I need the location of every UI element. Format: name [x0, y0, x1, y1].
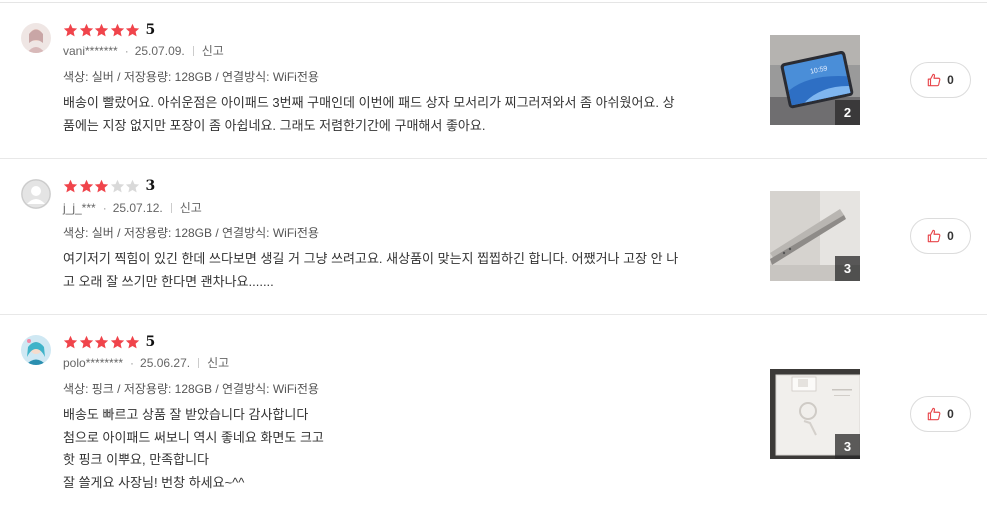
reviewer-name: j_j_*** — [63, 200, 96, 215]
like-button[interactable]: 0 — [910, 62, 971, 98]
star-filled-icon — [125, 23, 140, 36]
star-empty-icon — [125, 179, 140, 192]
review-text: 배송도 빠르고 상품 잘 받았습니다 감사합니다 첨으로 아이패드 써보니 역시… — [63, 404, 733, 494]
review-item: 5 polo******** · 25.06.27. 신고 색상: 핑크 / 저… — [0, 315, 987, 512]
thumbs-up-icon — [927, 229, 941, 243]
review-text-line: 핫 핑크 이뿌요, 만족합니다 — [63, 452, 210, 467]
review-meta: j_j_*** · 25.07.12. 신고 — [63, 199, 202, 216]
like-count: 0 — [947, 229, 954, 243]
review-text-line: 잘 쓸게요 사장님! 번창 하세요~^^ — [63, 474, 245, 490]
product-options: 색상: 실버 / 저장용량: 128GB / 연결방식: WiFi전용 — [63, 226, 319, 240]
star-rating: 3 — [63, 178, 155, 194]
star-filled-icon — [79, 179, 93, 192]
like-button[interactable]: 0 — [910, 218, 971, 254]
review-date: 25.07.09. — [134, 43, 185, 58]
product-options: 색상: 핑크 / 저장용량: 128GB / 연결방식: WiFi전용 — [63, 382, 319, 396]
avatar[interactable] — [21, 335, 51, 365]
photo-count-badge: 3 — [835, 434, 860, 459]
star-empty-icon — [110, 179, 124, 192]
review-text-line: 여기저기 찍힘이 있긴 한데 쓰다보면 생길 거 그냥 쓰려고요. 새상품이 맞… — [63, 251, 679, 266]
review-photo[interactable]: 10:59 2 — [770, 35, 860, 125]
review-meta: polo******** · 25.06.27. 신고 — [63, 354, 229, 371]
star-filled-icon — [94, 23, 109, 36]
review-text-line: 첨으로 아이패드 써보니 역시 좋네요 화면도 크고 — [63, 429, 324, 445]
rating-score: 3 — [145, 178, 156, 194]
meta-dot: · — [102, 200, 107, 215]
review-item: 5 vani******* · 25.07.09. 신고 색상: 실버 / 저장… — [0, 0, 987, 159]
meta-separator — [170, 202, 172, 213]
like-count: 0 — [947, 407, 954, 421]
report-link[interactable]: 신고 — [207, 354, 229, 371]
star-filled-icon — [110, 335, 124, 348]
star-filled-icon — [110, 23, 124, 36]
avatar[interactable] — [21, 23, 51, 53]
review-photo[interactable]: 3 — [770, 191, 860, 281]
star-filled-icon — [63, 179, 78, 192]
star-filled-icon — [63, 23, 78, 36]
star-filled-icon — [79, 23, 93, 36]
star-filled-icon — [79, 335, 93, 348]
star-rating: 5 — [63, 22, 155, 38]
photo-count-badge: 3 — [835, 256, 860, 281]
reviewer-name: vani******* — [63, 43, 118, 58]
thumbs-up-icon — [927, 407, 941, 421]
review-text: 여기저기 찍힘이 있긴 한데 쓰다보면 생길 거 그냥 쓰려고요. 새상품이 맞… — [63, 248, 733, 293]
meta-separator — [198, 357, 200, 368]
meta-separator — [192, 45, 194, 56]
avatar[interactable] — [21, 179, 51, 209]
star-filled-icon — [63, 335, 78, 348]
product-options: 색상: 실버 / 저장용량: 128GB / 연결방식: WiFi전용 — [63, 70, 319, 84]
like-count: 0 — [947, 73, 954, 87]
report-link[interactable]: 신고 — [180, 199, 202, 216]
rating-score: 5 — [145, 334, 156, 350]
star-filled-icon — [125, 335, 140, 348]
photo-count-badge: 2 — [835, 100, 860, 125]
review-text: 배송이 빨랐어요. 아쉬운점은 아이패드 3번째 구매인데 이번에 패드 상자 … — [63, 92, 733, 137]
review-text-line: 고 오래 잘 쓰기만 한다면 괜차나요....... — [63, 273, 274, 289]
review-meta: vani******* · 25.07.09. 신고 — [63, 42, 224, 59]
like-button[interactable]: 0 — [910, 396, 971, 432]
review-date: 25.06.27. — [140, 355, 191, 370]
reviewer-name: polo******** — [63, 355, 124, 370]
review-text-line: 배송이 빨랐어요. 아쉬운점은 아이패드 3번째 구매인데 이번에 패드 상자 … — [63, 95, 675, 110]
review-date: 25.07.12. — [112, 200, 163, 215]
review-photo[interactable]: 3 — [770, 369, 860, 459]
star-filled-icon — [94, 179, 109, 192]
rating-score: 5 — [145, 22, 156, 38]
review-text-line: 배송도 빠르고 상품 잘 받았습니다 감사합니다 — [63, 407, 309, 422]
star-rating: 5 — [63, 334, 155, 350]
report-link[interactable]: 신고 — [202, 42, 224, 59]
meta-dot: · — [130, 355, 135, 370]
review-text-line: 품에는 지장 없지만 포장이 좀 아쉽네요. 그래도 저렴한기간에 구매해서 좋… — [63, 117, 486, 133]
review-item: 3 j_j_*** · 25.07.12. 신고 색상: 실버 / 저장용량: … — [0, 159, 987, 315]
meta-dot: · — [124, 43, 129, 58]
thumbs-up-icon — [927, 73, 941, 87]
star-filled-icon — [94, 335, 109, 348]
